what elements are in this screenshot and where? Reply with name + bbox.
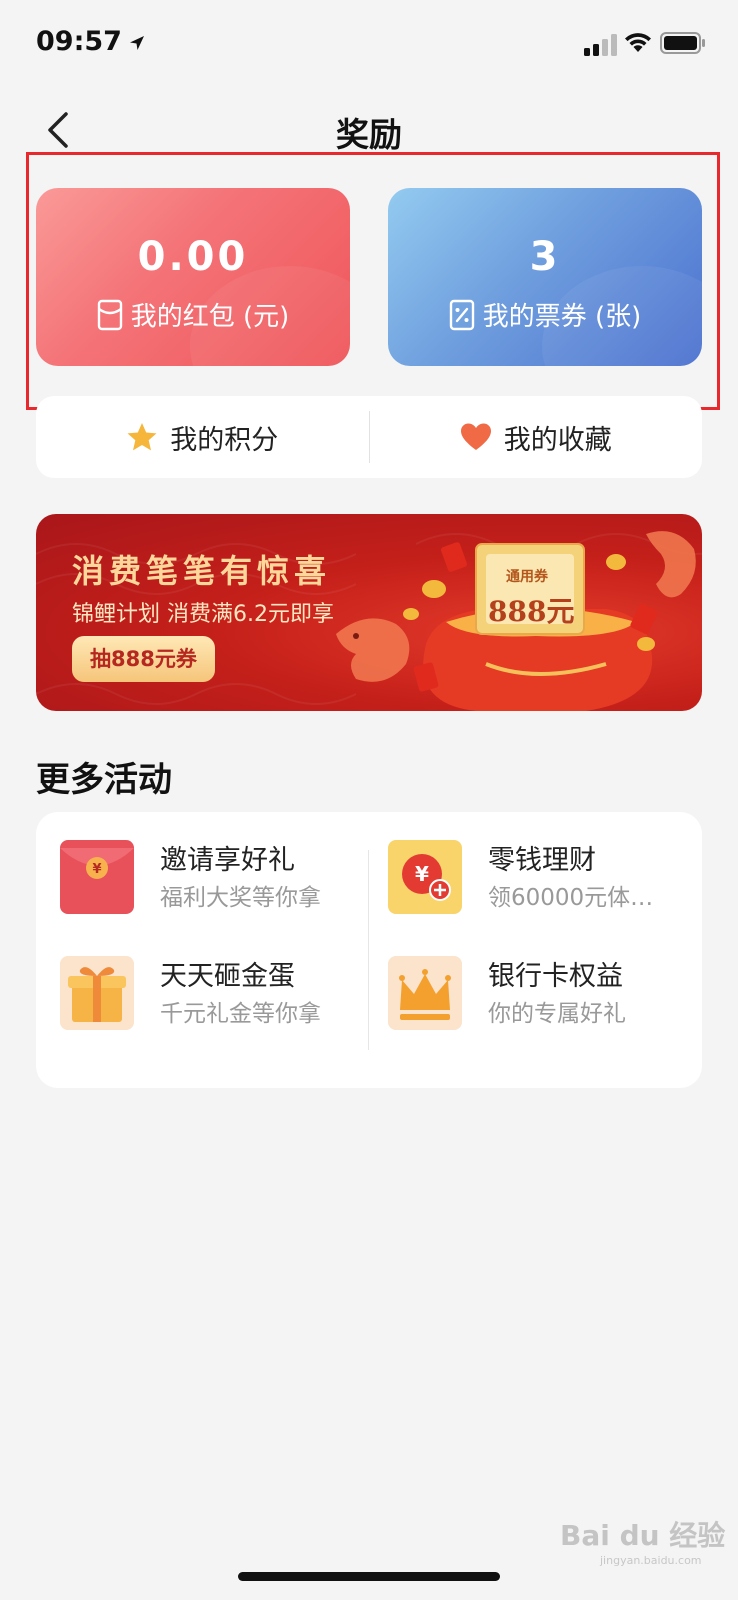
activity-bank-card-benefits[interactable]: 银行卡权益 你的专属好礼	[364, 950, 684, 1040]
ticket-amount: 888元	[488, 595, 575, 628]
activities-card: ¥ 邀请享好礼 福利大奖等你拿 ¥ 零钱理财 领60000元体… 天天砸金蛋 千…	[36, 812, 702, 1088]
banner-draw-button[interactable]: 抽888元券	[72, 636, 215, 682]
my-favorites-label: 我的收藏	[503, 424, 612, 456]
activity-title: 邀请享好礼	[160, 845, 295, 876]
heart-icon	[460, 423, 491, 450]
home-indicator[interactable]	[238, 1572, 500, 1581]
activity-subtitle: 福利大奖等你拿	[160, 885, 321, 911]
activity-golden-egg[interactable]: 天天砸金蛋 千元礼金等你拿	[36, 950, 356, 1040]
svg-text:¥: ¥	[92, 862, 101, 877]
red-envelope-icon	[97, 299, 122, 330]
activity-subtitle: 千元礼金等你拿	[160, 1001, 321, 1027]
more-activities-title: 更多活动	[36, 760, 172, 800]
activity-subtitle: 你的专属好礼	[488, 1001, 626, 1027]
red-envelope-amount: 0.00	[137, 234, 249, 280]
coin-plus-icon: ¥	[388, 840, 462, 914]
activity-subtitle: 领60000元体…	[488, 885, 654, 911]
vouchers-count: 3	[529, 234, 561, 280]
ticket-label: 通用券	[506, 569, 548, 585]
crown-icon	[388, 956, 462, 1030]
activity-title: 天天砸金蛋	[160, 961, 295, 992]
red-packet-icon: ¥	[60, 840, 134, 914]
promo-banner[interactable]: 消费笔笔有惊喜 锦鲤计划 消费满6.2元即享 抽888元券 通用券 888元	[36, 514, 702, 711]
banner-subtitle: 锦鲤计划 消费满6.2元即享	[72, 602, 334, 627]
my-points-label: 我的积分	[170, 424, 279, 456]
quick-links: 我的积分 我的收藏	[36, 396, 702, 478]
red-envelope-card[interactable]: 0.00 我的红包 (元)	[36, 188, 350, 366]
activity-title: 银行卡权益	[488, 961, 623, 992]
battery-icon	[660, 32, 705, 54]
status-time: 09:57	[36, 26, 122, 57]
red-envelope-label: 我的红包 (元)	[130, 302, 290, 332]
watermark-url: jingyan.baidu.com	[600, 1554, 702, 1567]
activity-title: 零钱理财	[488, 845, 596, 876]
activity-invite[interactable]: ¥ 邀请享好礼 福利大奖等你拿	[36, 834, 356, 924]
vouchers-label-row: 我的票券 (张)	[388, 296, 702, 333]
location-arrow-icon	[130, 36, 144, 50]
page-title: 奖励	[336, 115, 402, 154]
vouchers-label: 我的票券 (张)	[482, 302, 642, 332]
cellular-signal-icon	[584, 34, 617, 56]
rewards-page: 09:57 奖励 0.00 我的红包 (元) 3 我的票券 (张) 我的积分 我…	[0, 0, 738, 1600]
voucher-icon	[449, 299, 474, 330]
red-envelope-label-row: 我的红包 (元)	[36, 296, 350, 333]
status-bar: 09:57	[0, 0, 738, 90]
banner-title: 消费笔笔有惊喜	[72, 552, 332, 590]
my-favorites-button[interactable]: 我的收藏	[370, 396, 703, 478]
svg-text:¥: ¥	[415, 862, 429, 886]
vouchers-card[interactable]: 3 我的票券 (张)	[388, 188, 702, 366]
gift-box-icon	[60, 956, 134, 1030]
watermark-logo: Bai du 经验	[560, 1519, 726, 1552]
activity-wealth[interactable]: ¥ 零钱理财 领60000元体…	[364, 834, 684, 924]
star-icon	[127, 423, 157, 451]
my-points-button[interactable]: 我的积分	[36, 396, 369, 478]
wifi-icon	[625, 33, 651, 52]
